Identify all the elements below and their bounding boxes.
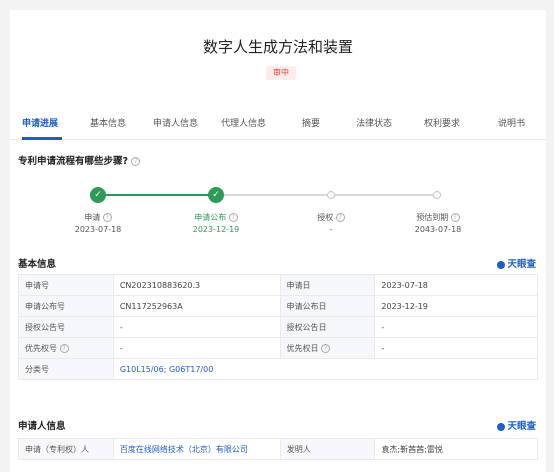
help-circle-icon[interactable]: ?	[102, 213, 112, 222]
active-tab-indicator	[22, 137, 62, 140]
patent-title: 数字人生成方法和装置	[202, 38, 353, 56]
table-cell-value: -	[374, 337, 538, 359]
process-question-text: 专利申请流程有哪些步骤?	[18, 156, 129, 167]
status-badge: 审中	[266, 66, 296, 80]
applicant-info-title: 申请人信息	[18, 421, 66, 432]
help-circle-icon[interactable]: ?	[450, 213, 460, 222]
table-row: 申请号 CN202310883620.3 申请日 2023-07-18	[18, 274, 538, 296]
patent-card: 数字人生成方法和装置 审中 申请进展 基本信息 申请人信息 代理人信息 摘要 法…	[10, 10, 546, 472]
help-circle-icon[interactable]: ?	[321, 343, 331, 353]
tab-bar: 申请进展 基本信息 申请人信息 代理人信息 摘要 法律状态 权利要求 说明书	[10, 112, 546, 140]
tab-abstract[interactable]: 摘要	[302, 112, 320, 140]
classification-links[interactable]: G10L15/06; G06T17/00	[112, 358, 539, 380]
help-circle-icon[interactable]: ?	[131, 157, 141, 166]
table-cell-label: 优先权日 ?	[279, 337, 376, 359]
basic-info-title: 基本信息	[18, 259, 57, 270]
table-cell-value: -	[374, 316, 538, 338]
table-cell-label: 申请公布号	[18, 295, 114, 317]
step-date-expiry: 2043-07-18	[414, 225, 462, 234]
table-cell-value: CN202310883620.3	[112, 274, 281, 296]
step-label-expiry: 预估到期 ?	[393, 212, 483, 223]
table-cell-label: 授权公告日	[279, 316, 376, 338]
table-cell-label: 申请公布日	[279, 295, 376, 317]
brand-link[interactable]: 天眼查	[497, 256, 536, 270]
tab-description[interactable]: 说明书	[498, 112, 525, 140]
tianyancha-logo-icon	[497, 260, 506, 269]
tab-application-progress[interactable]: 申请进展	[22, 112, 58, 140]
table-cell-label: 申请号	[18, 274, 114, 296]
step-label-publish: 申请公布 ?	[171, 212, 261, 223]
patent-header: 数字人生成方法和装置 审中	[10, 10, 546, 100]
progress-steps: ✓ ✓ 申请 ? 2023-07-18 申请公布 ? 2023-12-19 授权…	[10, 175, 546, 245]
table-cell-value: 2023-07-18	[374, 274, 538, 296]
help-circle-icon[interactable]: ?	[335, 213, 345, 222]
table-cell-label: 发明人	[279, 438, 376, 460]
step-complete-check-icon: ✓	[208, 187, 224, 203]
table-row: 申请（专利权）人 百度在线网络技术（北京）有限公司 发明人 袁杰;靳茜茜;雷悦	[18, 438, 538, 460]
tab-applicant-info[interactable]: 申请人信息	[153, 112, 198, 140]
step-date-grant: -	[329, 225, 333, 234]
tianyancha-logo-icon	[497, 422, 506, 431]
table-cell-label: 分类号	[18, 358, 114, 380]
table-cell-label: 优先权号 ?	[18, 337, 114, 359]
step-pending-dot	[433, 191, 441, 199]
help-circle-icon[interactable]: ?	[228, 213, 238, 222]
table-cell-value: 2023-12-19	[374, 295, 538, 317]
table-cell-label: 申请（专利权）人	[18, 438, 114, 460]
table-cell-value: 袁杰;靳茜茜;雷悦	[374, 438, 538, 460]
table-cell-value: -	[112, 337, 281, 359]
applicant-info-table: 申请（专利权）人 百度在线网络技术（北京）有限公司 发明人 袁杰;靳茜茜;雷悦	[18, 438, 538, 460]
table-row: 优先权号 ? - 优先权日 ? -	[18, 337, 538, 359]
tab-basic-info[interactable]: 基本信息	[90, 112, 126, 140]
page: 数字人生成方法和装置 审中 申请进展 基本信息 申请人信息 代理人信息 摘要 法…	[0, 0, 554, 472]
basic-info-table: 申请号 CN202310883620.3 申请日 2023-07-18 申请公布…	[18, 274, 539, 380]
process-question: 专利申请流程有哪些步骤? ?	[18, 153, 141, 167]
table-cell-label: 授权公告号	[18, 316, 114, 338]
brand-link[interactable]: 天眼查	[497, 418, 536, 432]
step-date-apply: 2023-07-18	[74, 225, 122, 234]
table-cell-label: 申请日	[279, 274, 376, 296]
tab-legal-status[interactable]: 法律状态	[356, 112, 392, 140]
table-row: 授权公告号 - 授权公告日 -	[18, 316, 538, 338]
table-cell-value: -	[112, 316, 281, 338]
table-cell-value: CN117252963A	[112, 295, 281, 317]
step-date-publish: 2023-12-19	[192, 225, 240, 234]
step-label-grant: 授权 ?	[286, 212, 376, 223]
table-row: 分类号 G10L15/06; G06T17/00	[18, 358, 539, 380]
step-pending-dot	[327, 191, 335, 199]
progress-line-done	[98, 194, 216, 196]
step-complete-check-icon: ✓	[90, 187, 106, 203]
help-circle-icon[interactable]: ?	[59, 343, 69, 353]
applicant-link[interactable]: 百度在线网络技术（北京）有限公司	[112, 438, 281, 460]
tab-claims[interactable]: 权利要求	[424, 112, 460, 140]
tab-agent-info[interactable]: 代理人信息	[221, 112, 266, 140]
step-label-apply: 申请 ?	[53, 212, 143, 223]
table-row: 申请公布号 CN117252963A 申请公布日 2023-12-19	[18, 295, 538, 317]
